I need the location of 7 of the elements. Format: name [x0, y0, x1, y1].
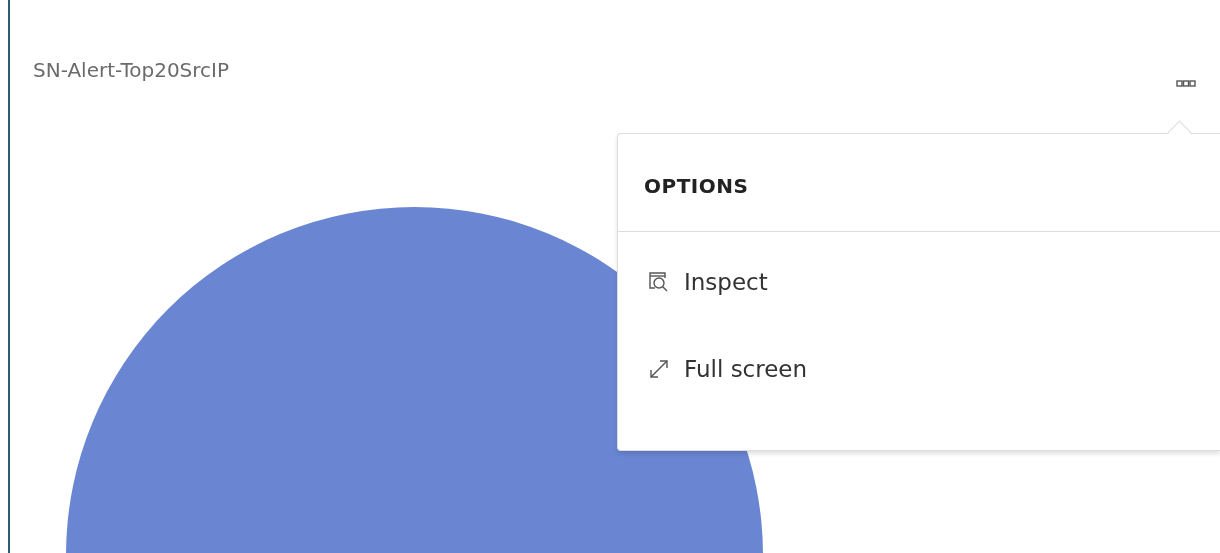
menu-item[interactable]: Inspect [618, 269, 1220, 295]
menu-item[interactable]: Full screen [618, 356, 1220, 382]
panel-title: SN-Alert-Top20SrcIP [33, 58, 230, 82]
inspect-icon [648, 271, 670, 293]
popover-title: OPTIONS [618, 134, 1220, 232]
dots-icon [1176, 80, 1196, 88]
expand-arrows-icon [648, 358, 670, 380]
